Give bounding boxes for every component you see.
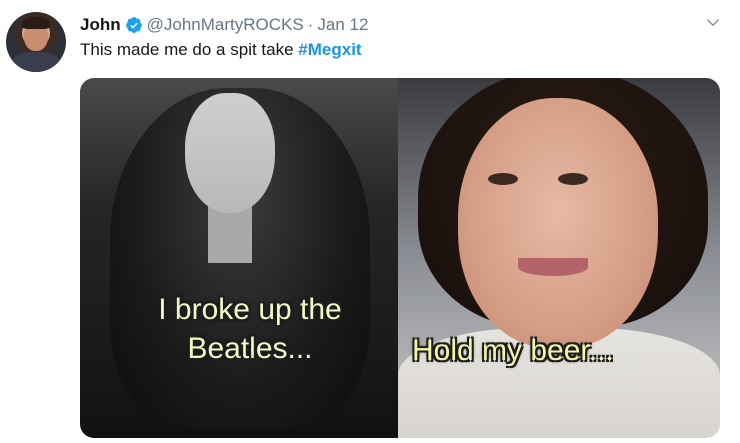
tweet-text: This made me do a spit take #Megxit	[80, 40, 362, 60]
avatar-hair	[22, 17, 50, 29]
tweet-header: John @JohnMartyROCKS · Jan 12	[80, 14, 368, 36]
verified-badge-icon	[125, 16, 143, 34]
hashtag-link[interactable]: #Megxit	[298, 40, 361, 59]
portrait-eye-left	[488, 173, 518, 185]
chevron-down-icon[interactable]	[704, 14, 722, 32]
portrait-face-right	[458, 98, 658, 348]
meme-caption-left-line2: Beatles...	[187, 332, 313, 365]
portrait-face-left	[185, 93, 275, 213]
tweet-media[interactable]: I broke up the Beatles... Hold my beer..…	[80, 78, 720, 438]
author-name[interactable]: John	[80, 15, 121, 35]
avatar-shirt	[12, 52, 60, 72]
portrait-mouth	[518, 258, 588, 276]
meme-panel-right: Hold my beer...	[398, 78, 720, 438]
avatar[interactable]	[6, 12, 66, 72]
tweet-body: This made me do a spit take	[80, 40, 299, 59]
portrait-eye-right	[558, 173, 588, 185]
author-handle[interactable]: @JohnMartyROCKS	[147, 15, 304, 35]
header-separator: ·	[307, 15, 314, 34]
meme-caption-left-line1: I broke up the	[158, 293, 342, 326]
tweet-card[interactable]: John @JohnMartyROCKS · Jan 12 This made …	[0, 0, 740, 443]
meme-caption-right: Hold my beer...	[412, 334, 614, 367]
meme-panel-left: I broke up the Beatles...	[80, 78, 398, 438]
tweet-date[interactable]: Jan 12	[317, 15, 368, 35]
